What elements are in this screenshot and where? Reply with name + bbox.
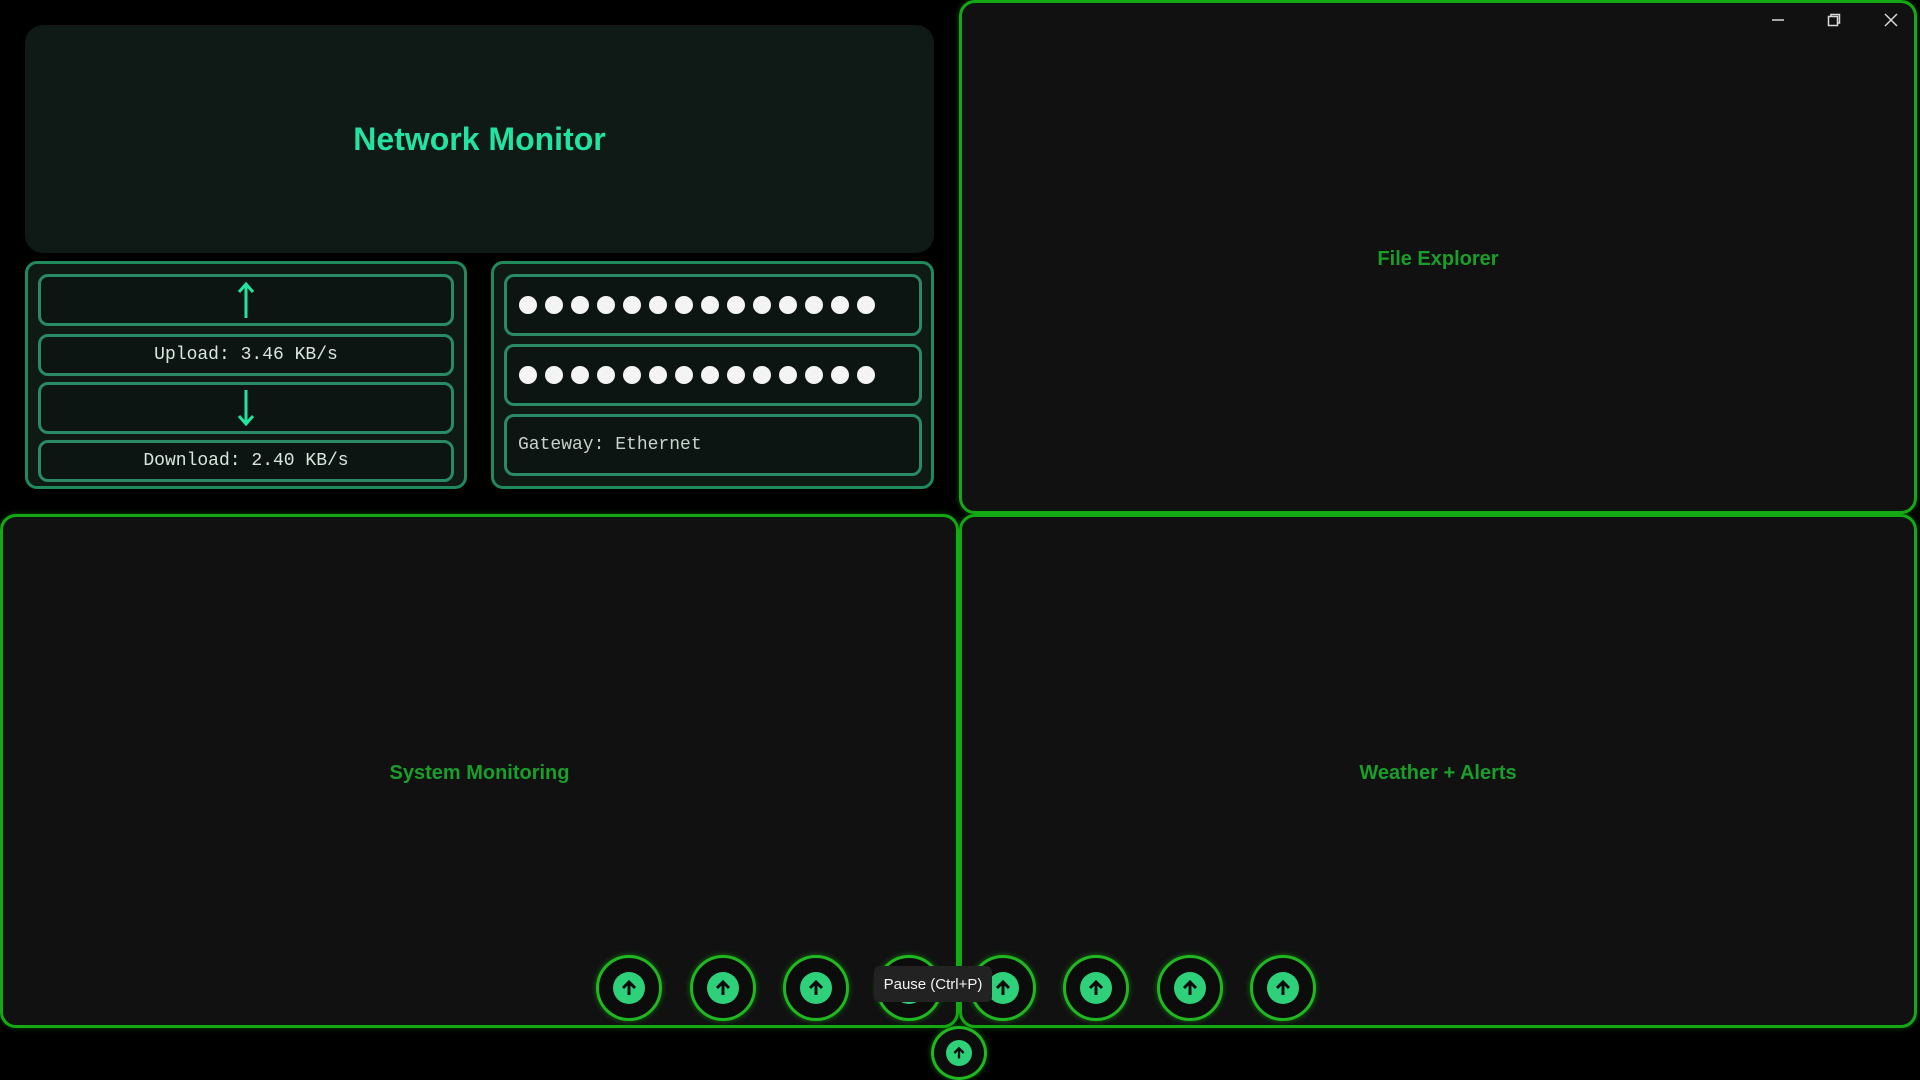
close-button[interactable] [1865,4,1917,36]
dock-button-8[interactable] [1250,955,1316,1021]
network-monitor-title: Network Monitor [353,121,606,157]
up-arrow-icon [621,979,637,995]
gateway-label: Gateway: Ethernet [518,435,702,455]
file-explorer-panel[interactable]: File Explorer [959,0,1917,514]
masked-address-1 [519,277,875,333]
traffic-panel: Upload: 3.46 KB/s Download: 2.40 KB/s [25,261,467,489]
up-arrow-icon [808,979,824,995]
address-field-2 [504,344,922,406]
close-icon [1884,13,1898,27]
download-arrow-icon [237,390,255,427]
download-arrow-cell [38,382,454,434]
minimize-icon [1772,19,1784,21]
dock-button-1[interactable] [596,955,662,1021]
download-speed: Download: 2.40 KB/s [38,440,454,482]
restore-button[interactable] [1808,4,1860,36]
up-arrow-icon [995,979,1011,995]
dock-button-3[interactable] [783,955,849,1021]
upload-arrow-icon [237,281,255,318]
restore-icon [1827,13,1841,27]
weather-alerts-label: Weather + Alerts [1359,762,1517,784]
up-arrow-icon [1088,979,1104,995]
dock-button-7[interactable] [1157,955,1223,1021]
minimize-button[interactable] [1752,4,1804,36]
upload-arrow-cell [38,274,454,326]
system-monitoring-label: System Monitoring [389,762,570,784]
up-arrow-icon [953,1046,965,1059]
up-arrow-icon [715,979,731,995]
up-arrow-icon [1182,979,1198,995]
pause-tooltip: Pause (Ctrl+P) [874,966,992,1002]
address-field-1 [504,274,922,336]
upload-speed: Upload: 3.46 KB/s [38,334,454,376]
up-arrow-icon [1275,979,1291,995]
dock-button-2[interactable] [690,955,756,1021]
system-monitoring-panel[interactable]: System Monitoring [0,514,959,1028]
gateway-field: Gateway: Ethernet [504,414,922,476]
address-panel: Gateway: Ethernet [491,261,934,489]
network-monitor-header: Network Monitor [25,25,934,253]
dock-button-6[interactable] [1063,955,1129,1021]
masked-address-2 [519,347,875,403]
file-explorer-label: File Explorer [1377,248,1499,270]
weather-alerts-panel[interactable]: Weather + Alerts [959,514,1917,1028]
pause-button[interactable] [931,1026,987,1080]
